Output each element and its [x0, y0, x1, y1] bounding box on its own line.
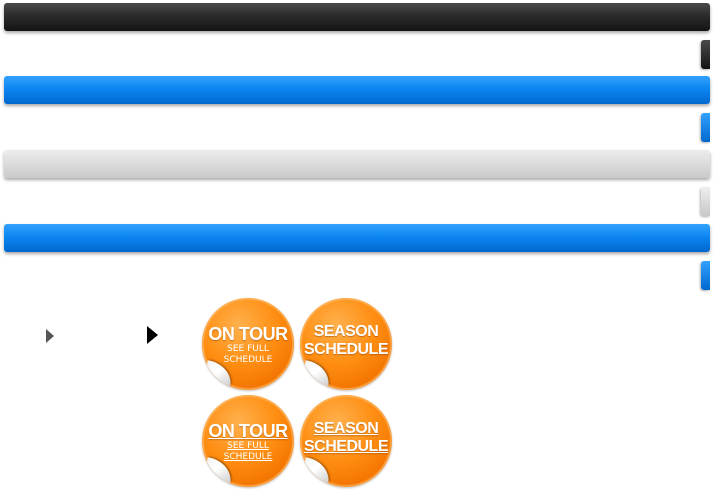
light-side-tab[interactable]: [701, 187, 710, 216]
season-link[interactable]: SEASON: [300, 420, 392, 438]
schedule-link-title[interactable]: SCHEDULE: [300, 438, 392, 456]
on-tour-title-link[interactable]: ON TOUR: [202, 421, 294, 441]
blue-footer-bar: [4, 224, 710, 252]
season-label: SEASON: [313, 323, 379, 340]
dark-header-bar: [4, 3, 710, 31]
see-full-label: SEE FULL: [227, 344, 269, 354]
see-full-link[interactable]: SEE FULL: [202, 441, 294, 452]
season-schedule-badge[interactable]: SEASON SCHEDULE: [300, 298, 392, 390]
play-arrow-large-icon[interactable]: [147, 326, 158, 344]
blue-side-tab[interactable]: [701, 113, 710, 142]
on-tour-badge-hover[interactable]: ON TOUR SEE FULL SCHEDULE: [202, 395, 294, 487]
blue-header-bar: [4, 76, 710, 104]
page-peel-icon: [302, 360, 332, 386]
on-tour-title: ON TOUR: [208, 324, 288, 344]
season-schedule-badge-hover[interactable]: SEASON SCHEDULE: [300, 395, 392, 487]
dark-side-tab[interactable]: [701, 40, 710, 69]
on-tour-badge[interactable]: ON TOUR SEE FULL SCHEDULE: [202, 298, 294, 390]
light-header-bar: [4, 150, 710, 178]
schedule-title: SCHEDULE: [303, 341, 389, 358]
page-peel-icon: [302, 457, 332, 483]
blue-footer-tab[interactable]: [701, 261, 710, 290]
play-arrow-small-icon[interactable]: [46, 329, 54, 343]
